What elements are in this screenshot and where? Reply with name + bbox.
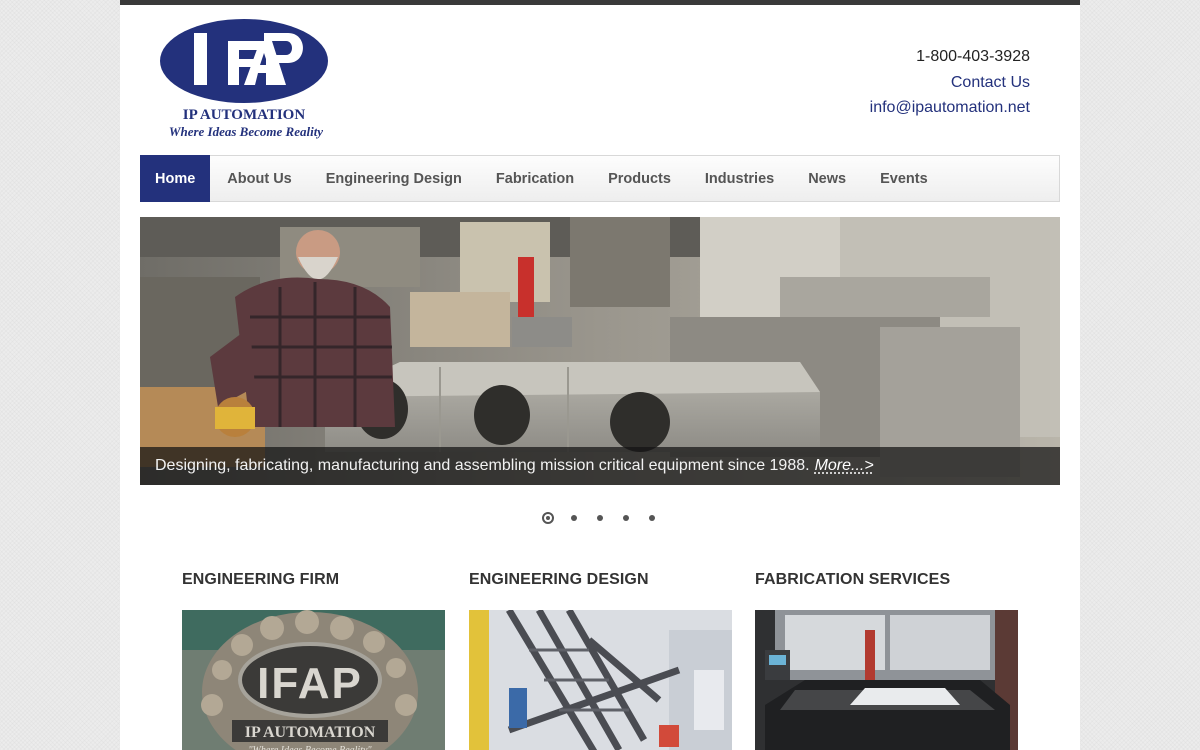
site-logo[interactable]: IP AUTOMATION Where Ideas Become Reality [160,19,332,145]
hero-image [140,217,1060,485]
feature-image-frame[interactable] [469,610,732,750]
phone-number[interactable]: 1-800-403-3928 [870,44,1030,70]
slider-caption-text: Designing, fabricating, manufacturing an… [155,457,810,474]
slider-dot-3[interactable] [594,512,606,524]
slider-pagination [120,512,1080,524]
feature-title[interactable]: ENGINEERING FIRM [182,571,445,589]
slider-more-link[interactable]: More...> [815,457,874,475]
feature-title[interactable]: FABRICATION SERVICES [755,571,1018,589]
feature-image-sign[interactable]: IFAP IP AUTOMATION "Where Ideas Become R… [182,610,445,750]
feature-title[interactable]: ENGINEERING DESIGN [469,571,732,589]
email-link[interactable]: info@ipautomation.net [870,95,1030,121]
svg-text:IP AUTOMATION: IP AUTOMATION [245,724,376,741]
svg-text:IFAP: IFAP [257,659,363,708]
slider-dot-5[interactable] [646,512,658,524]
logo-tagline: Where Ideas Become Reality [169,124,323,139]
nav-about-us[interactable]: About Us [210,156,308,201]
slider-dot-2[interactable] [568,512,580,524]
nav-industries[interactable]: Industries [688,156,791,201]
feature-engineering-design: ENGINEERING DESIGN [469,571,732,750]
nav-home[interactable]: Home [140,155,211,202]
logo-company-name: IP AUTOMATION [183,107,306,123]
contact-us-link[interactable]: Contact Us [870,70,1030,96]
hero-slider[interactable]: Designing, fabricating, manufacturing an… [140,217,1060,485]
nav-products[interactable]: Products [591,156,688,201]
header-contact: 1-800-403-3928 Contact Us info@ipautomat… [870,44,1030,121]
svg-text:"Where Ideas Become Reality": "Where Ideas Become Reality" [248,745,372,750]
slider-dot-1[interactable] [542,512,554,524]
nav-news[interactable]: News [791,156,863,201]
slider-dot-4[interactable] [620,512,632,524]
feature-engineering-firm: ENGINEERING FIRM IFAP IP AUTOMATION " [182,571,445,750]
page-container: IP AUTOMATION Where Ideas Become Reality… [120,0,1080,750]
nav-engineering-design[interactable]: Engineering Design [309,156,479,201]
feature-image-laser[interactable] [755,610,1018,750]
nav-events[interactable]: Events [863,156,945,201]
slider-caption: Designing, fabricating, manufacturing an… [140,447,1060,485]
nav-fabrication[interactable]: Fabrication [479,156,591,201]
main-navigation: Home About Us Engineering Design Fabrica… [140,155,1060,202]
feature-fabrication-services: FABRICATION SERVICES [755,571,1018,750]
